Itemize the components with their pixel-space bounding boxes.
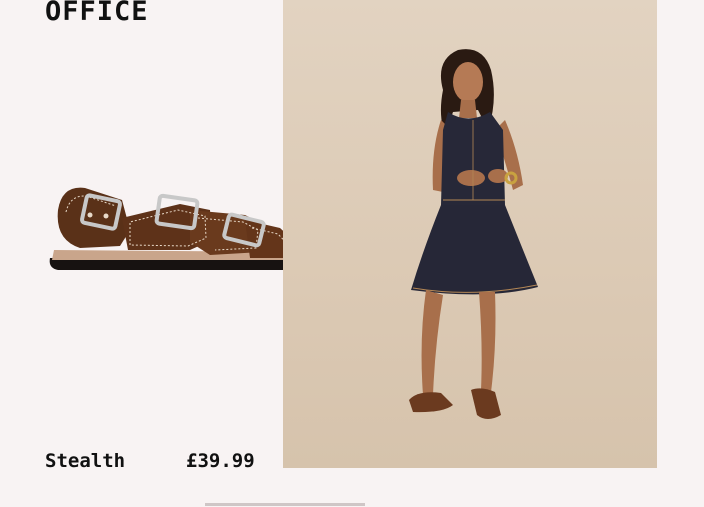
product-name[interactable]: Stealth xyxy=(45,450,125,472)
brand-logo[interactable]: OFFICE xyxy=(45,0,149,27)
scroll-indicator[interactable] xyxy=(205,503,365,506)
product-price: £39.99 xyxy=(186,450,255,472)
model-in-dress-icon xyxy=(409,49,538,419)
model-photo[interactable] xyxy=(283,0,657,468)
product-image[interactable] xyxy=(40,170,315,285)
buckle-sandal-icon xyxy=(49,187,306,270)
